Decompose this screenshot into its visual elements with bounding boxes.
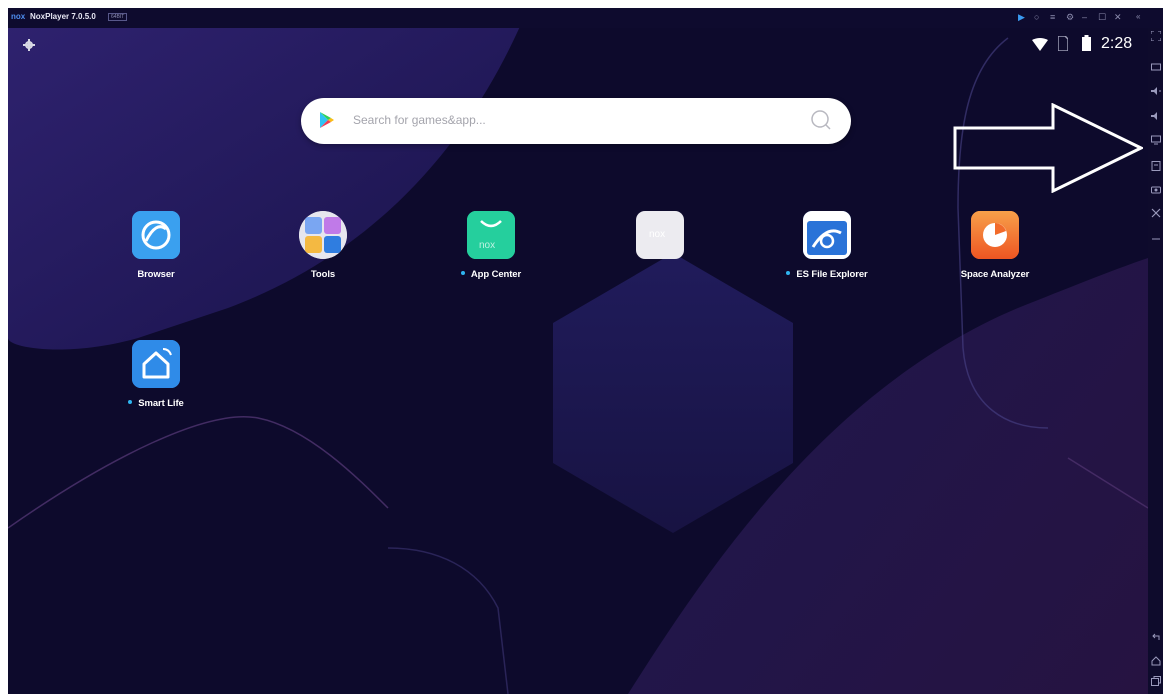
gear-icon[interactable] [23, 38, 35, 56]
more-icon[interactable] [1151, 234, 1161, 244]
keyboard-icon[interactable] [1151, 62, 1161, 72]
settings-icon[interactable]: ⚙ [1066, 11, 1074, 23]
app-label: App Center [421, 269, 561, 280]
app-label: ES File Explorer [757, 269, 897, 280]
tools-folder-icon [299, 211, 347, 259]
volume-up-icon[interactable] [1151, 86, 1161, 96]
play-store-icon[interactable]: ▶ [1018, 11, 1025, 23]
clock: 2:28 [1101, 35, 1133, 52]
new-indicator [786, 271, 791, 276]
new-indicator [128, 400, 133, 405]
home-icon[interactable] [1151, 656, 1161, 666]
window-title: NoxPlayer 7.0.5.0 [30, 12, 96, 21]
app-label: Tools [310, 269, 336, 280]
minimize-icon[interactable]: – [1082, 11, 1087, 23]
user-icon[interactable]: ○ [1034, 11, 1039, 23]
collapse-icon[interactable]: « [1136, 11, 1140, 23]
battery-icon [1082, 35, 1091, 51]
nox-app-icon: nox [636, 211, 684, 259]
arrow-annotation-icon [953, 103, 1143, 193]
sim-card-icon [1058, 36, 1068, 51]
app-label: Smart Life [86, 398, 226, 409]
search-bar[interactable]: Search for games&app... [301, 98, 851, 144]
maximize-icon[interactable]: ☐ [1098, 11, 1106, 23]
volume-down-icon[interactable] [1151, 111, 1161, 121]
new-indicator [460, 271, 465, 276]
back-icon[interactable] [1151, 632, 1161, 642]
app-label: Space Analyzer [960, 269, 1030, 280]
recent-apps-icon[interactable] [1151, 676, 1161, 686]
screenshot-icon[interactable] [1151, 184, 1161, 194]
space-analyzer-icon [971, 211, 1019, 259]
close-icon[interactable]: ✕ [1114, 11, 1122, 23]
emulator-window: nox NoxPlayer 7.0.5.0 64BIT ▶ ○ ≡ ⚙ – ☐ … [8, 8, 1163, 694]
search-input[interactable]: Search for games&app... [353, 113, 486, 127]
es-file-explorer-icon [803, 211, 851, 259]
fullscreen-icon[interactable] [1151, 31, 1161, 41]
search-icon[interactable] [809, 108, 833, 132]
app-label: Browser [137, 269, 175, 280]
emulator-toolbar [1148, 8, 1163, 694]
play-store-icon [320, 112, 334, 128]
apk-install-icon[interactable] [1151, 161, 1161, 171]
smart-life-icon [132, 340, 180, 388]
wifi-icon [1032, 38, 1048, 51]
scissors-icon[interactable] [1151, 208, 1161, 218]
menu-icon[interactable]: ≡ [1050, 11, 1055, 23]
screen-icon[interactable] [1151, 135, 1161, 145]
nox-logo: nox [11, 12, 26, 21]
version-badge: 64BIT [108, 13, 128, 21]
title-bar: nox NoxPlayer 7.0.5.0 64BIT ▶ ○ ≡ ⚙ – ☐ … [8, 8, 1163, 28]
browser-icon [132, 211, 180, 259]
app-center-icon: nox [467, 211, 515, 259]
